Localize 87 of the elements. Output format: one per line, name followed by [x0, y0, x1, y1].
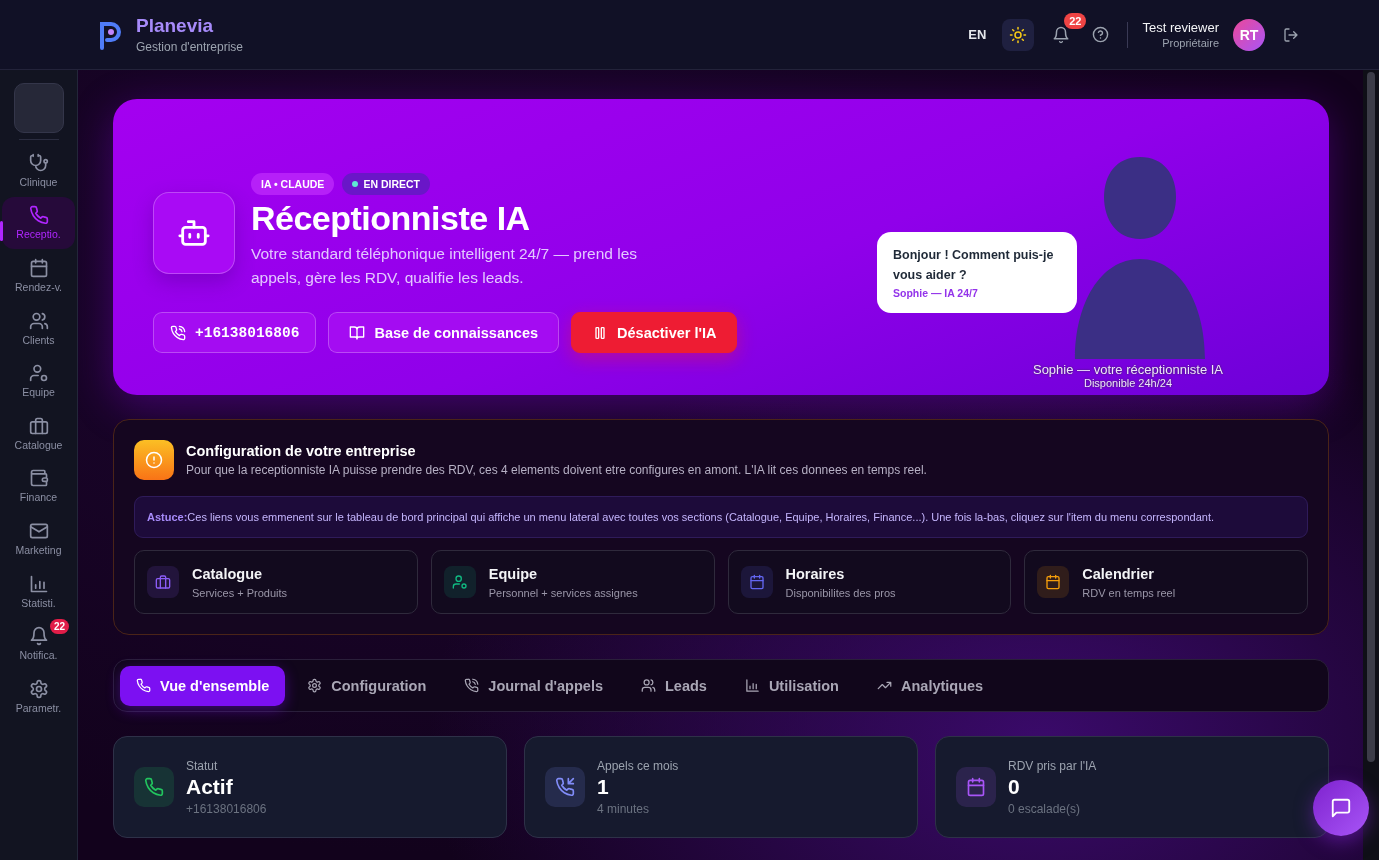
tab[interactable]: Journal d'appels	[448, 665, 619, 706]
availability-caption: Disponible 24h/24	[1083, 377, 1173, 389]
sidebar-item[interactable]: Marketing	[2, 512, 75, 565]
tab[interactable]: Utilisation	[728, 665, 855, 706]
bell-icon	[28, 626, 49, 647]
link-title: Calendrier	[1082, 565, 1155, 582]
sun-icon	[1009, 25, 1028, 44]
sidebar-item[interactable]: Clinique	[2, 144, 75, 197]
assistant-caption: Sophie — votre réceptionniste IA	[1032, 362, 1224, 377]
stat-detail: 4 minutes	[597, 801, 651, 816]
sidebar-item[interactable]: Notifica. 22	[2, 617, 75, 670]
tab[interactable]: Configuration	[291, 665, 443, 706]
brand-name: Planevia	[136, 15, 215, 37]
phone-call-icon	[170, 324, 186, 341]
link-title: Equipe	[488, 565, 539, 582]
sidebar-item[interactable]: Clients	[2, 301, 75, 355]
logo-icon	[98, 19, 124, 50]
tab[interactable]: Leads	[624, 665, 723, 706]
notification-count: 22	[1064, 12, 1087, 29]
phone-icon	[28, 205, 49, 226]
link-title: Catalogue	[192, 565, 264, 582]
brand-tagline: Gestion d'entreprise	[136, 40, 243, 54]
bar-chart-icon	[744, 678, 760, 693]
phone-number-button[interactable]: +16138016806	[153, 312, 317, 353]
sidebar-item[interactable]: Rendez-v.	[2, 249, 75, 302]
wallet-icon	[28, 468, 49, 489]
phone-call-icon	[464, 678, 480, 693]
bell-icon	[1052, 25, 1071, 44]
section-description: Pour que la receptionniste IA puisse prendre des RDV, ces 4 elements doivent etre configures en amont. L'IA lit ces donnees en temps reel.	[186, 463, 927, 477]
stat-detail: 0 escalade(s)	[1008, 801, 1082, 816]
settings-icon	[307, 678, 323, 693]
language-button[interactable]: EN	[968, 27, 987, 42]
notification-count: 22	[49, 619, 69, 635]
bar-chart-icon	[28, 573, 49, 594]
settings-icon	[28, 678, 49, 699]
stat-value: 0	[1008, 774, 1021, 799]
user-avatar[interactable]: RT	[1233, 18, 1265, 51]
section-title: Configuration de votre entreprise	[186, 443, 417, 459]
setup-link-card[interactable]: Equipe Personnel + services assignes	[430, 550, 715, 614]
link-subtitle: RDV en temps reel	[1082, 586, 1176, 599]
phone-icon	[136, 678, 151, 693]
tab[interactable]: Analytiques	[861, 665, 1000, 706]
deactivate-button[interactable]: Désactiver l'IA	[571, 312, 738, 353]
theme-toggle-button[interactable]	[1002, 18, 1035, 51]
chat-icon	[1330, 797, 1352, 819]
logo-placeholder	[13, 83, 64, 133]
setup-link-card[interactable]: Catalogue Services + Produits	[134, 550, 418, 614]
sidebar-item[interactable]: Catalogue	[2, 406, 75, 460]
users-icon	[640, 678, 656, 693]
sidebar-item[interactable]: Equipe	[2, 354, 75, 407]
user-gear-icon	[28, 363, 49, 384]
stat-label: Appels ce mois	[597, 758, 679, 773]
link-subtitle: Disponibilites des pros	[785, 586, 896, 599]
stat-detail: +16138016806	[186, 801, 267, 816]
help-icon	[1092, 26, 1110, 43]
tip-text: Astuce:Ces liens vous emmenent sur le tableau de bord principal qui affiche un menu lateral avec toutes vos sections (Catalogue, Equipe, Horaires, Finance...). Une fois la-bas, cliquez sur l'item du menu correspondant.	[134, 496, 1308, 538]
setup-link-card[interactable]: Horaires Disponibilites des pros	[727, 550, 1012, 614]
bubble-message: Bonjour ! Comment puis-je vous aider ?	[893, 247, 1055, 284]
stat-label: RDV pris par l'IA	[1008, 758, 1097, 773]
calendar-icon	[28, 258, 49, 278]
book-icon	[349, 324, 366, 341]
page-subtitle: Votre standard téléphonique intelligent 24/7 — prend les appels, gère les RDV, qualifie les leads.	[251, 244, 639, 288]
page-title: Réceptionniste IA	[251, 199, 531, 238]
stethoscope-icon	[28, 152, 49, 173]
user-name: Test reviewer	[1142, 20, 1219, 35]
status-badge: IA • CLAUDE	[251, 173, 335, 195]
setup-link-card[interactable]: Calendrier RDV en temps reel	[1024, 550, 1308, 614]
stat-value: Actif	[186, 774, 234, 799]
status-badge: EN DIRECT	[342, 173, 430, 195]
users-icon	[28, 310, 49, 331]
sidebar-item[interactable]: Parametr.	[2, 669, 75, 723]
alert-icon	[145, 451, 163, 469]
bubble-signature: Sophie — IA 24/7	[893, 287, 979, 299]
user-role: Propriétaire	[1161, 37, 1219, 49]
stat-label: Statut	[186, 758, 219, 773]
sidebar-item[interactable]: Statisti.	[2, 564, 75, 618]
logout-icon	[1283, 26, 1299, 43]
link-title: Horaires	[785, 565, 846, 582]
link-subtitle: Services + Produits	[192, 586, 288, 599]
sidebar-item[interactable]: Finance	[2, 459, 75, 513]
tab[interactable]: Vue d'ensemble	[120, 665, 286, 706]
briefcase-icon	[28, 415, 49, 436]
sidebar-item[interactable]: Receptio.	[2, 196, 75, 250]
scrollbar-thumb[interactable]	[1367, 72, 1375, 762]
stat-value: 1	[597, 774, 610, 799]
link-subtitle: Personnel + services assignes	[488, 586, 638, 599]
knowledge-base-button[interactable]: Base de connaissances	[328, 312, 560, 353]
